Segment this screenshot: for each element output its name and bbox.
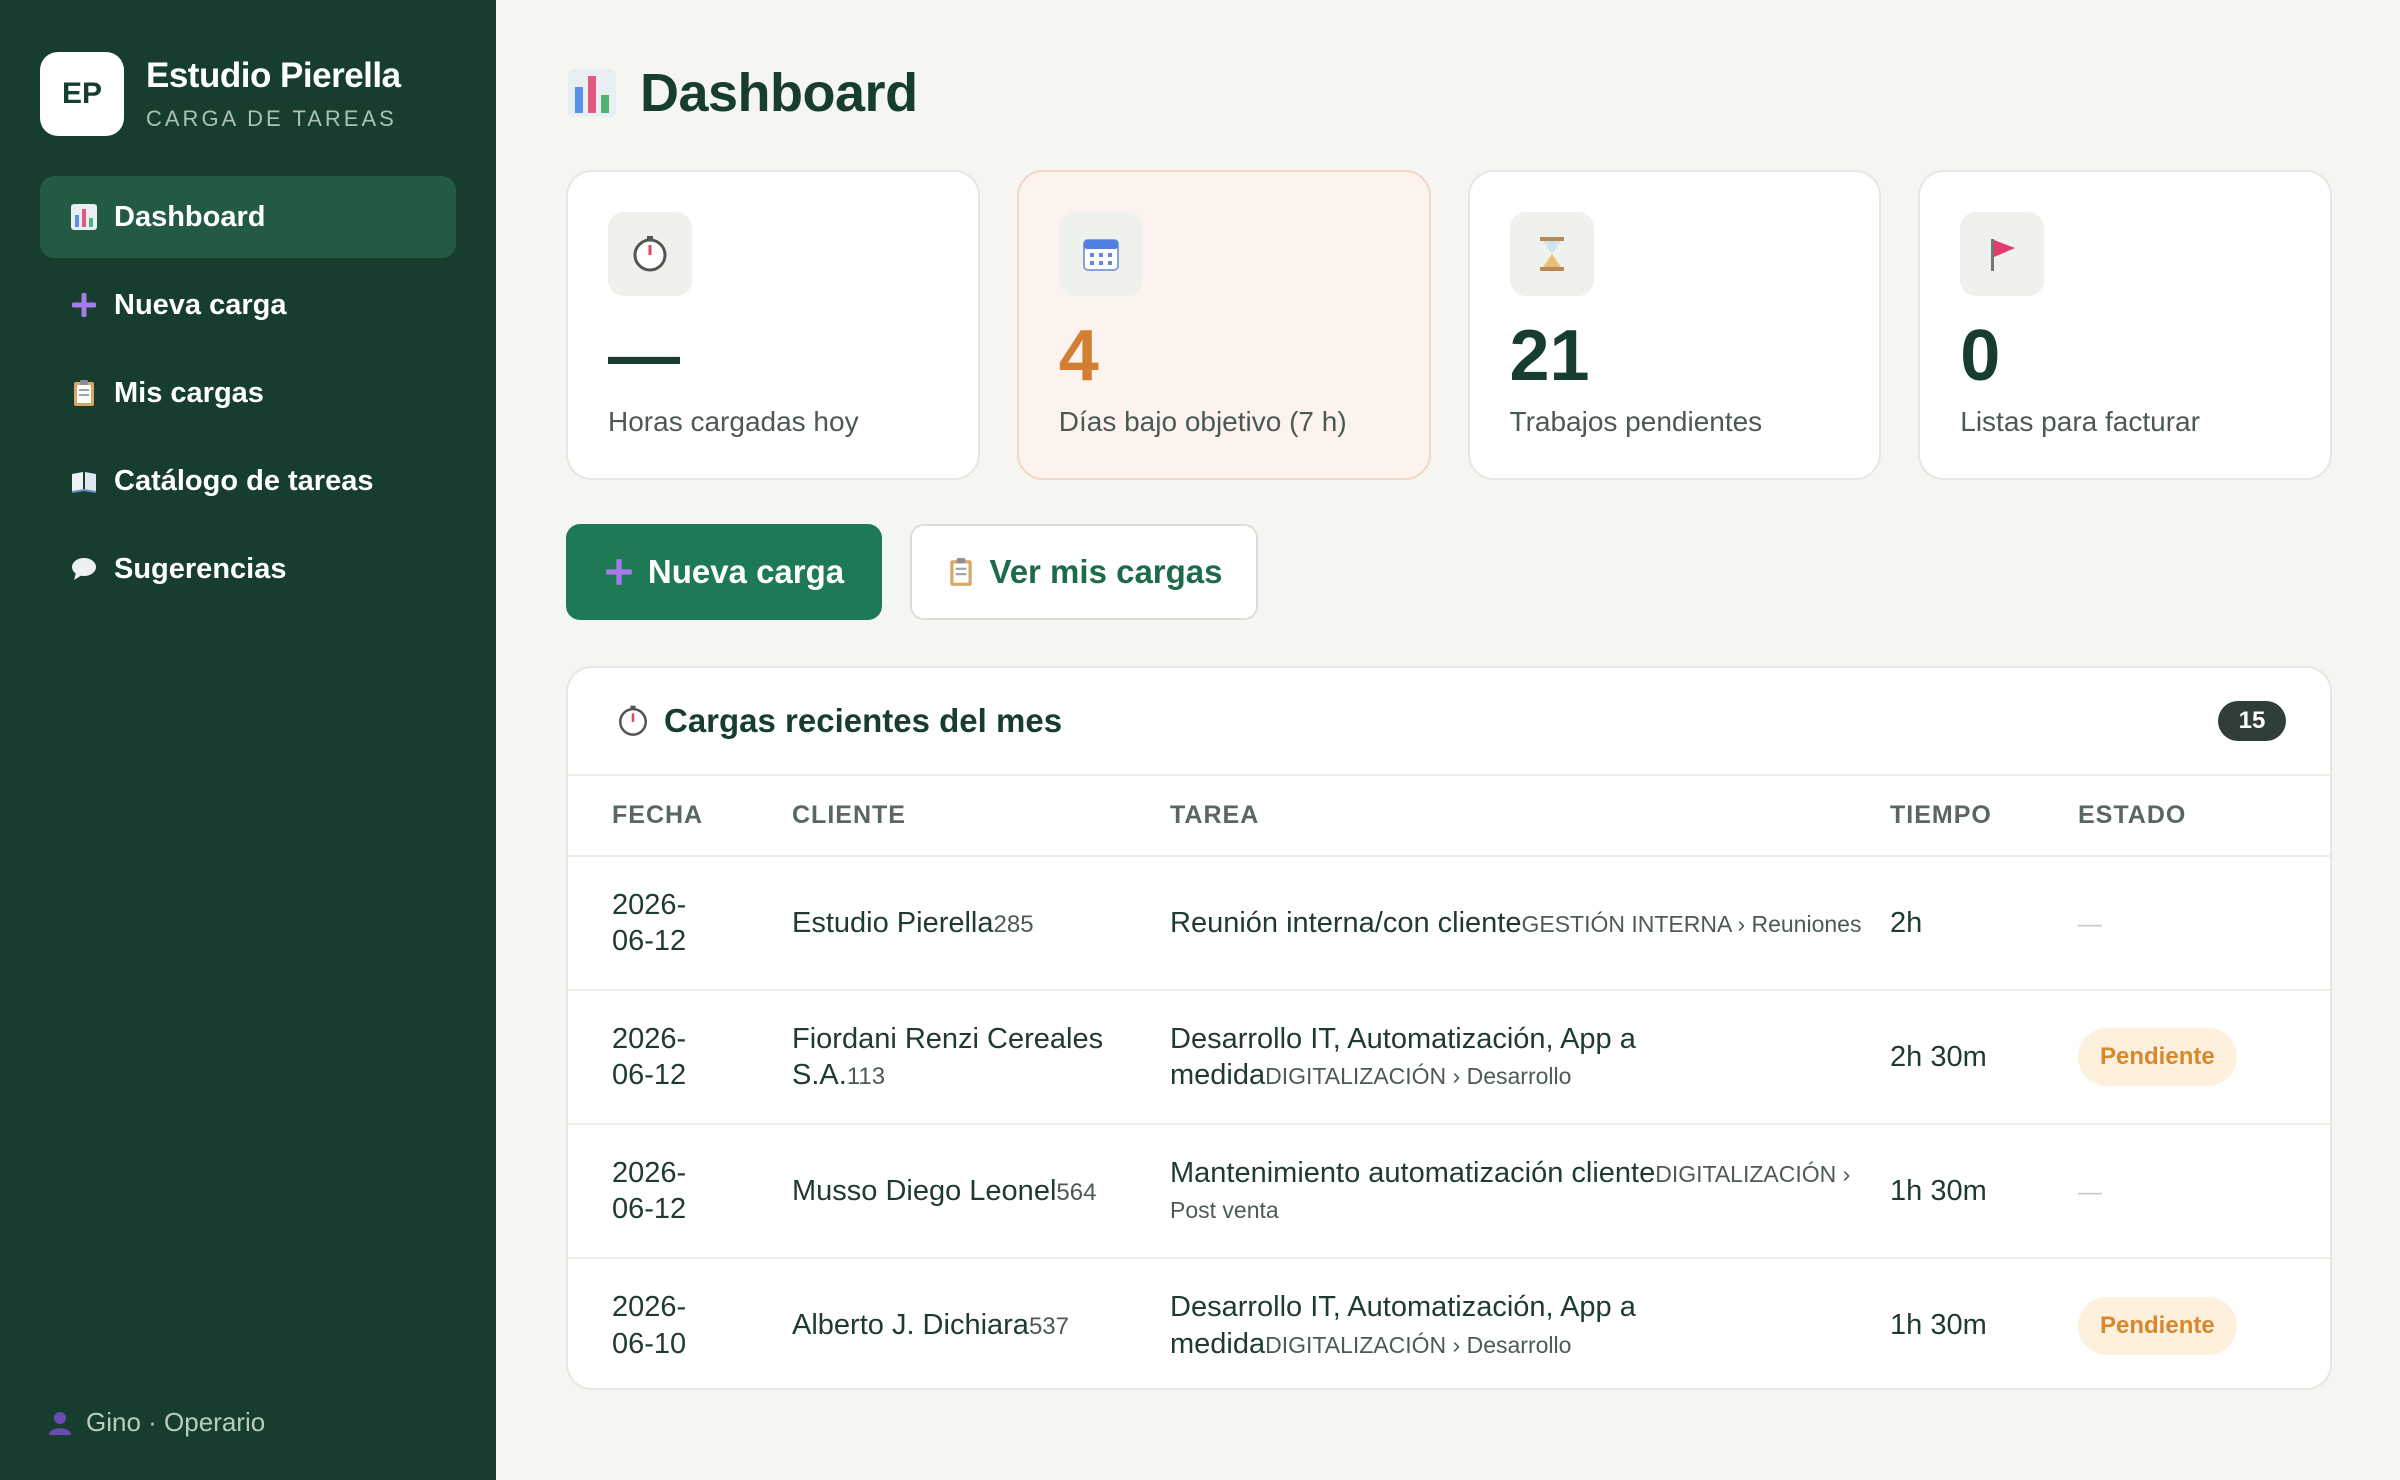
stat-label: Días bajo objetivo (7 h) (1058, 406, 1347, 437)
cell-tiempo: 1h 30m (1890, 1309, 1987, 1342)
clipboard-icon (946, 557, 976, 587)
cell-tarea: Mantenimiento automatización cliente (1170, 1156, 1656, 1189)
cell-cliente-codigo: 113 (846, 1063, 886, 1090)
table-header-row: FECHA CLIENTE TAREA TIEMPO ESTADO (568, 776, 2330, 857)
clipboard-icon (70, 379, 98, 407)
panel-title-text: Cargas recientes del mes (664, 702, 1063, 739)
calendar-icon (1058, 212, 1143, 296)
stat-label: Trabajos pendientes (1509, 406, 1763, 437)
cell-tarea-categoria: GESTIÓN INTERNA › Reuniones (1521, 910, 1862, 937)
stat-value: 4 (1058, 316, 1099, 396)
cell-cliente: Alberto J. Dichiara (792, 1309, 1029, 1342)
cell-fecha: 2026-06-12 (612, 1022, 687, 1091)
stopwatch-icon (608, 212, 692, 296)
cell-tiempo: 2h (1890, 906, 1923, 939)
brand: EP Estudio Pierella CARGA DE TAREAS (40, 52, 401, 136)
stat-value: 21 (1509, 316, 1590, 396)
brand-name: Estudio Pierella (146, 56, 401, 95)
stat-label: Listas para facturar (1960, 406, 2200, 437)
hourglass-icon (1509, 212, 1594, 296)
cell-cliente-codigo: 537 (1028, 1313, 1069, 1341)
cell-fecha: 2026-06-12 (612, 888, 687, 957)
bar-chart-icon (566, 67, 618, 119)
column-header-cliente[interactable]: CLIENTE (792, 776, 1170, 857)
sidebar-item-nueva-carga[interactable]: Nueva carga (40, 264, 456, 346)
button-label: Ver mis cargas (989, 553, 1223, 590)
recent-loads-panel: Cargas recientes del mes 15 FECHA CLIENT… (566, 666, 2332, 1390)
recent-loads-table: FECHA CLIENTE TAREA TIEMPO ESTADO 2026-0… (568, 776, 2330, 1388)
plus-icon (70, 291, 98, 319)
sidebar-item-label: Sugerencias (114, 552, 287, 585)
speech-bubble-icon (70, 555, 98, 583)
cell-fecha: 2026-06-12 (612, 1156, 687, 1225)
user-icon (46, 1409, 74, 1437)
action-buttons: Nueva carga Ver mis cargas (566, 524, 1258, 620)
cell-tarea: Reunión interna/con cliente (1170, 906, 1522, 939)
cell-cliente: Fiordani Renzi Cereales S.A. (792, 1022, 1104, 1091)
status-badge: Pendiente (2078, 1028, 2237, 1086)
stat-card-trabajos-pendientes: 21 Trabajos pendientes (1467, 170, 1882, 480)
column-header-tarea[interactable]: TAREA (1170, 776, 1890, 857)
plus-icon (604, 557, 634, 587)
stat-card-dias-bajo-objetivo: 4 Días bajo objetivo (7 h) (1016, 170, 1431, 480)
stat-card-horas-hoy: — Horas cargadas hoy (566, 170, 980, 480)
status-badge: Pendiente (2078, 1296, 2237, 1355)
stopwatch-icon (616, 704, 650, 738)
stat-value: 0 (1960, 316, 2001, 396)
sidebar-item-catalogo[interactable]: Catálogo de tareas (40, 440, 456, 522)
sidebar-item-sugerencias[interactable]: Sugerencias (40, 528, 456, 610)
table-row[interactable]: 2026-06-12 Estudio Pierella285 Reunión i… (568, 856, 2330, 991)
table-row[interactable]: 2026-06-10 Alberto J. Dichiara537 Desarr… (568, 1258, 2330, 1388)
cell-fecha: 2026-06-10 (612, 1291, 687, 1360)
column-header-estado[interactable]: ESTADO (2078, 776, 2330, 857)
cell-cliente-codigo: 564 (1056, 1178, 1097, 1206)
cell-estado: — (2078, 910, 2102, 938)
sidebar-item-dashboard[interactable]: Dashboard (40, 176, 456, 258)
sidebar-item-label: Catálogo de tareas (114, 464, 374, 497)
brand-subtitle: CARGA DE TAREAS (146, 106, 397, 131)
cell-estado: — (2078, 1178, 2102, 1206)
bar-chart-icon (70, 203, 98, 231)
cell-cliente-codigo: 285 (993, 910, 1034, 938)
cell-cliente: Musso Diego Leonel (792, 1174, 1057, 1207)
panel-title: Cargas recientes del mes (616, 702, 1062, 740)
cell-tiempo: 1h 30m (1890, 1174, 1987, 1207)
panel-header: Cargas recientes del mes 15 (568, 668, 2330, 776)
cell-cliente: Estudio Pierella (792, 906, 994, 939)
brand-logo: EP (40, 52, 124, 136)
cell-tarea-categoria: DIGITALIZACIÓN › Desarrollo (1265, 1331, 1572, 1358)
book-icon (70, 467, 98, 495)
nueva-carga-button[interactable]: Nueva carga (566, 524, 882, 620)
page-title-text: Dashboard (640, 63, 918, 123)
stats-cards: — Horas cargadas hoy 4 Días bajo objetiv… (566, 170, 2332, 480)
sidebar: EP Estudio Pierella CARGA DE TAREAS Dash… (0, 0, 496, 1480)
sidebar-item-label: Dashboard (114, 200, 266, 233)
table-row[interactable]: 2026-06-12 Musso Diego Leonel564 Manteni… (568, 1124, 2330, 1259)
flag-icon (1960, 212, 2045, 296)
stat-value: — (608, 316, 680, 396)
page-title: Dashboard (566, 62, 918, 124)
stat-label: Horas cargadas hoy (608, 406, 859, 437)
column-header-tiempo[interactable]: TIEMPO (1890, 776, 2078, 857)
current-user: Gino · Operario (46, 1407, 265, 1438)
count-badge: 15 (2218, 701, 2286, 741)
ver-mis-cargas-button[interactable]: Ver mis cargas (910, 524, 1258, 620)
user-label: Gino · Operario (86, 1407, 266, 1437)
column-header-fecha[interactable]: FECHA (568, 776, 792, 857)
sidebar-item-mis-cargas[interactable]: Mis cargas (40, 352, 456, 434)
sidebar-item-label: Mis cargas (114, 376, 264, 409)
table-row[interactable]: 2026-06-12 Fiordani Renzi Cereales S.A.1… (568, 990, 2330, 1125)
button-label: Nueva carga (647, 553, 845, 590)
cell-tarea-categoria: DIGITALIZACIÓN › Desarrollo (1265, 1063, 1572, 1089)
sidebar-nav: Dashboard Nueva carga Mis cargas Catálog… (40, 176, 456, 616)
sidebar-item-label: Nueva carga (114, 288, 287, 321)
stat-card-listas-facturar: 0 Listas para facturar (1918, 170, 2332, 480)
cell-tiempo: 2h 30m (1890, 1040, 1987, 1073)
